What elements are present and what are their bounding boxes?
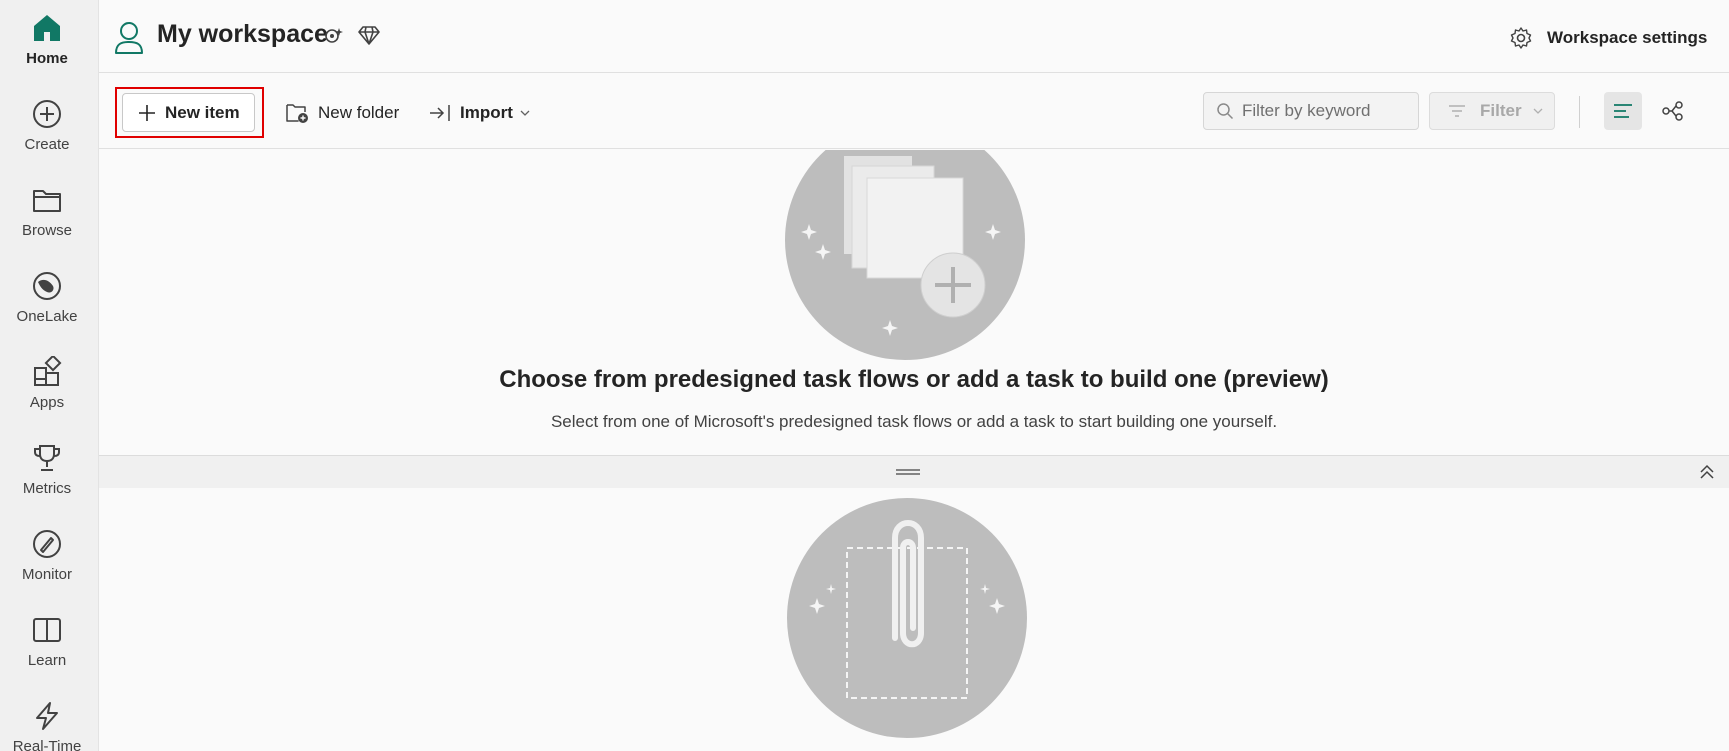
nav-item-label: Browse — [21, 222, 73, 239]
onelake-icon — [33, 272, 61, 300]
chevron-double-up-icon[interactable] — [1697, 462, 1717, 482]
home-icon — [34, 15, 60, 41]
nav-item-onelake[interactable]: OneLake — [0, 258, 94, 338]
items-panel — [99, 488, 1729, 751]
list-view-icon — [1614, 104, 1632, 118]
lineage-view-button[interactable] — [1654, 92, 1692, 130]
nav-item-browse[interactable]: Browse — [0, 172, 94, 252]
new-item-button[interactable]: New item — [122, 93, 255, 132]
import-button[interactable]: Import — [429, 93, 531, 132]
real-time-icon — [36, 702, 58, 730]
task-flow-description: Select from one of Microsoft's predesign… — [550, 412, 1278, 431]
filter-icon — [1449, 105, 1465, 117]
nav-item-label: Real-Time — [12, 738, 82, 751]
task-flow-panel: Choose from predesigned task flows or ad… — [99, 150, 1729, 455]
filter-label: Filter — [1480, 101, 1522, 120]
filter-keyword-input[interactable] — [1242, 101, 1412, 121]
create-icon — [33, 100, 61, 128]
workspace-settings-button[interactable]: Workspace settings — [1509, 24, 1707, 52]
nav-item-label: Apps — [29, 394, 65, 411]
monitor-icon — [33, 530, 61, 558]
attachment-illustration — [787, 498, 1027, 738]
new-folder-button[interactable]: New folder — [285, 93, 399, 132]
left-nav-rail: Home Create Browse OneLake Apps Metrics … — [0, 0, 99, 751]
chevron-down-icon — [1533, 108, 1543, 114]
nav-item-label: Learn — [27, 652, 67, 669]
nav-item-monitor[interactable]: Monitor — [0, 516, 94, 596]
filter-keyword-field[interactable] — [1203, 92, 1419, 130]
import-label: Import — [460, 102, 513, 122]
nav-item-real-time[interactable]: Real-Time — [0, 688, 94, 751]
task-flow-illustration — [785, 150, 1025, 360]
import-icon — [430, 104, 450, 121]
nav-item-metrics[interactable]: Metrics — [0, 430, 94, 510]
metrics-icon — [34, 445, 60, 471]
gear-icon — [1510, 27, 1532, 49]
nav-item-create[interactable]: Create — [0, 86, 94, 166]
learn-icon — [33, 618, 61, 642]
browse-icon — [33, 190, 61, 212]
nav-item-learn[interactable]: Learn — [0, 602, 94, 682]
workspace-header: My workspace Workspace settings — [99, 0, 1729, 73]
plus-icon — [139, 104, 155, 121]
workspace-toolbar: New item New folder Import Filter — [99, 74, 1729, 149]
apps-icon — [34, 356, 62, 386]
list-view-button[interactable] — [1604, 92, 1642, 130]
new-item-label: New item — [165, 102, 240, 122]
toolbar-divider — [1579, 96, 1580, 128]
workspace-user-icon — [115, 22, 143, 54]
nav-item-home[interactable]: Home — [0, 0, 94, 80]
search-icon — [1217, 103, 1234, 120]
chevron-down-icon — [520, 110, 530, 116]
resize-grip-icon[interactable] — [895, 467, 921, 477]
nav-item-label: Monitor — [21, 566, 73, 583]
new-folder-icon — [286, 103, 308, 123]
new-folder-label: New folder — [318, 102, 400, 122]
premium-diamond-icon[interactable] — [358, 24, 380, 46]
nav-item-label: Create — [24, 136, 70, 153]
lineage-view-icon — [1662, 101, 1683, 121]
nav-item-label: OneLake — [16, 308, 78, 325]
page-title: My workspace — [157, 20, 328, 48]
filter-button[interactable]: Filter — [1429, 92, 1555, 130]
nav-item-label: Home — [26, 50, 68, 67]
workspace-identity-icon[interactable] — [322, 24, 346, 48]
panel-splitter — [99, 455, 1729, 488]
nav-item-apps[interactable]: Apps — [0, 344, 94, 424]
nav-item-label: Metrics — [22, 480, 72, 497]
workspace-settings-label: Workspace settings — [1547, 28, 1708, 47]
task-flow-title: Choose from predesigned task flows or ad… — [499, 366, 1329, 393]
